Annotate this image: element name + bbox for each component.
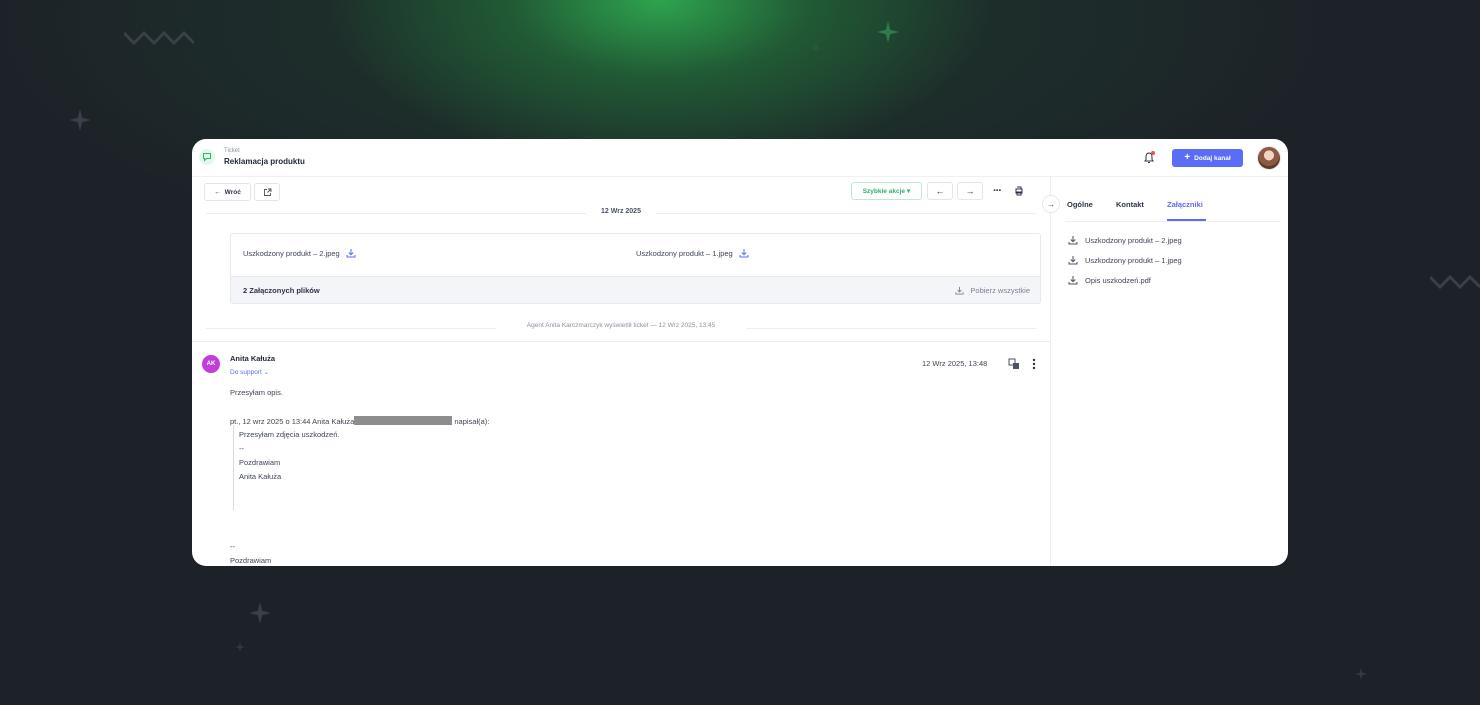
tab-general[interactable]: Ogólne [1067, 200, 1093, 209]
quote-line: Przesyłam zdjęcia uszkodzeń. [239, 430, 340, 439]
quote-intro: pt., 12 wrz 2025 o 13:44 Anita Kałuża na… [230, 416, 489, 426]
attachment-item[interactable]: Uszkodzony produkt – 2.jpeg [243, 248, 356, 258]
sidebar-file-name: Uszkodzony produkt – 2.jpeg [1085, 235, 1182, 245]
signature-dash: -- [230, 542, 235, 551]
attachments-footer: 2 Załączonych plików Pobierz wszystkie [231, 276, 1040, 303]
recipient-label: Do support [230, 369, 262, 376]
attachment-item[interactable]: Uszkodzony produkt – 1.jpeg [636, 248, 749, 258]
next-ticket-button[interactable]: → [957, 182, 983, 200]
sparkle-icon [811, 43, 821, 53]
top-bar: Ticket Reklamacja produktu + Dodaj kanał [192, 139, 1288, 177]
download-icon[interactable] [346, 248, 356, 258]
details-sidebar: → Ogólne Kontakt Załączniki Uszkodzony p… [1042, 177, 1288, 566]
tabs-divider [1065, 221, 1281, 222]
arrow-left-icon: ← [935, 186, 945, 196]
more-horizontal-icon: ··· [993, 185, 1002, 197]
message-timestamp: 12 Wrz 2025, 13:48 [922, 359, 988, 368]
quote-line: -- [239, 444, 244, 453]
zigzag-decoration-right [1430, 274, 1480, 290]
download-all-label: Pobierz wszystkie [970, 286, 1030, 295]
conversation-panel: 12 Wrz 2025 Uszkodzony produkt – 2.jpeg … [192, 207, 1050, 566]
sparkle-icon [1355, 668, 1367, 680]
quote-bar [233, 425, 234, 510]
sparkle-icon [249, 602, 271, 624]
attachments-count: 2 Załączonych plików [243, 286, 320, 295]
user-avatar[interactable] [1257, 146, 1281, 170]
arrow-right-icon: → [965, 186, 975, 196]
download-icon [1068, 236, 1078, 245]
notification-dot [1151, 151, 1155, 155]
date-label: 12 Wrz 2025 [601, 208, 641, 215]
message: AK Anita Kałuża Do support ⌄ 12 Wrz 2025… [192, 341, 1050, 566]
open-external-button[interactable] [254, 183, 280, 201]
collapse-sidebar-button[interactable]: → [1042, 195, 1060, 213]
message-text: Przesyłam opis. [230, 388, 283, 397]
attachments-row: Uszkodzony produkt – 2.jpeg Uszkodzony p… [231, 234, 1040, 276]
sidebar-file-name: Opis uszkodzeń.pdf [1085, 275, 1151, 285]
quote-line: Pozdrawiam [239, 458, 281, 467]
download-icon [1068, 256, 1078, 265]
quote-intro-before: pt., 12 wrz 2025 o 13:44 Anita Kałuża [230, 417, 355, 426]
download-all-button[interactable]: Pobierz wszystkie [955, 286, 1030, 295]
app-window: Ticket Reklamacja produktu + Dodaj kanał… [192, 139, 1288, 566]
download-icon[interactable] [739, 248, 749, 258]
zigzag-decoration [124, 30, 194, 46]
download-icon [955, 286, 964, 295]
sidebar-file[interactable]: Opis uszkodzeń.pdf [1068, 275, 1151, 285]
event-separator: Agent Anita Karczmarczyk wyświetlił tick… [206, 319, 1036, 333]
sparkle-icon [235, 642, 245, 652]
add-channel-button[interactable]: + Dodaj kanał [1172, 149, 1243, 167]
plus-icon: + [1184, 152, 1191, 163]
attachment-name: Uszkodzony produkt – 1.jpeg [636, 248, 733, 258]
sidebar-file[interactable]: Uszkodzony produkt – 1.jpeg [1068, 255, 1182, 265]
tab-contact[interactable]: Kontakt [1116, 200, 1144, 209]
previous-ticket-button[interactable]: ← [927, 182, 953, 200]
message-menu-icon[interactable] [1032, 358, 1036, 370]
signature: Pozdrawiam [230, 556, 272, 565]
printer-icon [1015, 186, 1023, 196]
arrow-right-icon: → [1047, 199, 1055, 209]
chevron-down-icon: ⌄ [263, 369, 270, 376]
page-title: Reklamacja produktu [224, 157, 305, 166]
quick-actions-label: Szybkie akcje [862, 187, 905, 195]
attachments-card: Uszkodzony produkt – 2.jpeg Uszkodzony p… [230, 233, 1041, 304]
attachment-name: Uszkodzony produkt – 2.jpeg [243, 248, 340, 258]
breadcrumb: Ticket [224, 148, 240, 154]
ticket-toolbar: ← Wróć Szybkie akcje ▾ ← → ··· [192, 177, 1050, 207]
sender-avatar: AK [202, 355, 220, 373]
add-channel-label: Dodaj kanał [1194, 154, 1231, 162]
caret-down-icon: ▾ [907, 188, 911, 195]
quote-line: Anita Kałuża [239, 472, 282, 481]
redacted-email [354, 416, 453, 425]
print-button[interactable] [1010, 182, 1028, 200]
event-label: Agent Anita Karczmarczyk wyświetlił tick… [526, 322, 716, 329]
back-label: Wróć [224, 188, 241, 196]
sidebar-file[interactable]: Uszkodzony produkt – 2.jpeg [1068, 235, 1182, 245]
sender-name: Anita Kałuża [230, 354, 276, 363]
external-link-icon [263, 188, 271, 196]
tab-attachments[interactable]: Załączniki [1167, 200, 1203, 209]
quote-intro-after: napisał(a): [454, 417, 490, 426]
sidebar-file-name: Uszkodzony produkt – 1.jpeg [1085, 255, 1182, 265]
chat-icon [199, 149, 215, 165]
translate-icon[interactable] [1008, 358, 1020, 370]
download-icon [1068, 276, 1078, 285]
sparkle-icon [69, 109, 91, 131]
quick-actions-dropdown[interactable]: Szybkie akcje ▾ [851, 182, 922, 200]
arrow-left-icon: ← [214, 188, 221, 196]
back-button[interactable]: ← Wróć [204, 183, 251, 201]
recipient-dropdown[interactable]: Do support ⌄ [230, 368, 269, 376]
more-options-button[interactable]: ··· [988, 182, 1006, 200]
date-separator: 12 Wrz 2025 [206, 207, 1036, 219]
sparkle-icon [877, 21, 899, 43]
